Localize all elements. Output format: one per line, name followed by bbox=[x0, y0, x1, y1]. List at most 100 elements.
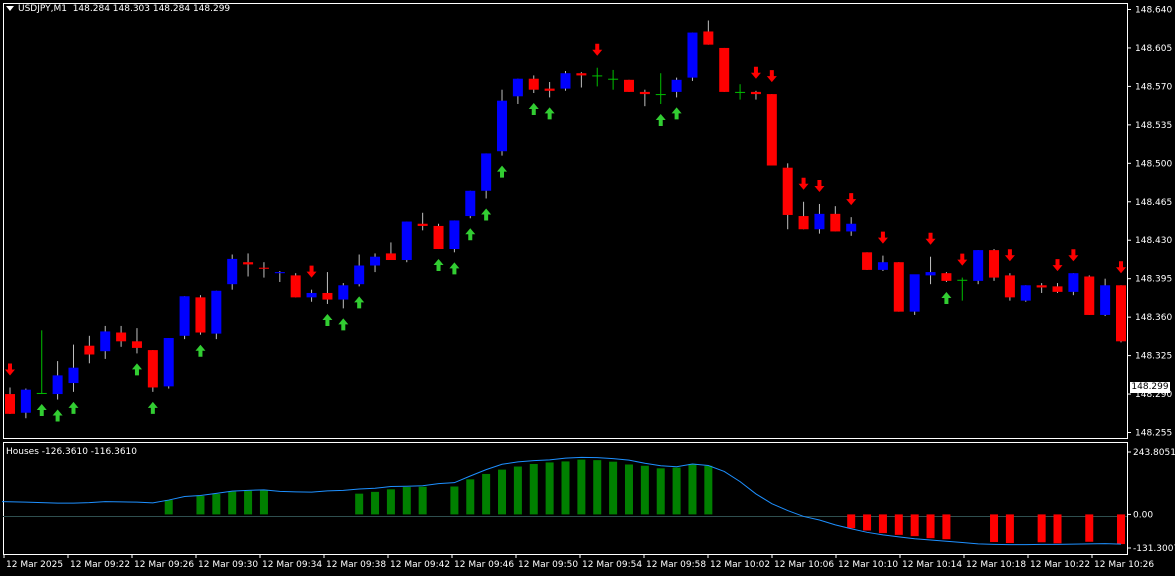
buy-arrow-icon bbox=[941, 291, 952, 304]
time-tick-label: 12 Mar 09:26 bbox=[134, 560, 194, 570]
chart-menu-triangle-icon[interactable] bbox=[6, 6, 14, 11]
candle-body bbox=[1100, 285, 1111, 315]
time-tick-label: 12 Mar 09:54 bbox=[582, 560, 642, 570]
time-tick-label: 12 Mar 10:14 bbox=[902, 560, 962, 570]
candle-body bbox=[1068, 273, 1079, 292]
trading-chart-window[interactable]: { "header": { "symbol_label": "USDJPY,M1… bbox=[0, 0, 1175, 576]
chart-canvas[interactable]: 148.640 148.605 148.570 148.535 148.500 148.4… bbox=[0, 0, 1175, 576]
candle-body bbox=[116, 332, 127, 342]
sell-arrow-icon bbox=[5, 363, 15, 376]
time-tick-label: 12 Mar 10:10 bbox=[838, 560, 898, 570]
sell-arrow-icon bbox=[877, 231, 888, 244]
symbol-label: USDJPY,M1 bbox=[18, 4, 67, 14]
hist-bar-positive bbox=[498, 469, 507, 515]
time-tick-label: 12 Mar 10:02 bbox=[710, 560, 770, 570]
candle-body bbox=[512, 78, 523, 97]
hist-bar-negative bbox=[878, 514, 887, 534]
candle-body bbox=[1036, 285, 1047, 288]
hist-bar-positive bbox=[386, 489, 395, 515]
candle-body bbox=[290, 275, 301, 298]
indicator-tick-label: -131.3007 bbox=[1133, 544, 1175, 554]
sell-arrow-icon bbox=[1116, 261, 1126, 274]
buy-arrow-icon bbox=[52, 409, 63, 422]
candle-body bbox=[100, 331, 111, 352]
candle-body bbox=[608, 78, 619, 80]
hist-bar-negative bbox=[926, 514, 935, 539]
time-tick-label: 12 Mar 10:22 bbox=[1030, 560, 1090, 570]
hist-bar-negative bbox=[910, 514, 919, 537]
candle-body bbox=[1116, 285, 1126, 342]
candle-body bbox=[5, 394, 15, 414]
candle-body bbox=[1052, 286, 1063, 292]
candle-body bbox=[481, 153, 492, 191]
candle-body bbox=[354, 265, 365, 285]
candle-body bbox=[385, 253, 396, 261]
candle-body bbox=[830, 213, 841, 232]
candle-body bbox=[576, 73, 587, 76]
price-tick-label: 148.465 bbox=[1135, 198, 1172, 208]
candle-body bbox=[862, 252, 873, 270]
buy-arrow-icon bbox=[338, 318, 349, 331]
buy-arrow-icon bbox=[354, 296, 365, 309]
candle-body bbox=[592, 75, 603, 77]
buy-arrow-icon bbox=[655, 113, 666, 126]
chart-header: USDJPY,M1 148.284 148.303 148.284 148.29… bbox=[6, 4, 230, 14]
price-tick-label: 148.605 bbox=[1135, 44, 1172, 54]
sell-arrow-icon bbox=[592, 43, 603, 56]
hist-bar-negative bbox=[894, 514, 903, 535]
time-tick-label: 12 Mar 09:30 bbox=[198, 560, 258, 570]
candle-body bbox=[623, 79, 634, 92]
sell-arrow-icon bbox=[1004, 249, 1015, 262]
candle-body bbox=[766, 94, 777, 166]
candle-body bbox=[433, 225, 444, 250]
price-tick-label: 148.395 bbox=[1135, 275, 1172, 285]
hist-bar-positive bbox=[593, 460, 602, 515]
candlestick-series bbox=[5, 20, 1126, 419]
candle-body bbox=[1004, 275, 1015, 298]
price-tick-label: 148.500 bbox=[1135, 159, 1172, 169]
sell-arrow-icon bbox=[1068, 249, 1079, 262]
hist-bar-negative bbox=[990, 514, 999, 543]
candle-body bbox=[274, 272, 285, 274]
hist-bar-negative bbox=[1005, 514, 1014, 544]
candle-body bbox=[687, 32, 698, 78]
time-tick-label: 12 Mar 09:46 bbox=[454, 560, 514, 570]
candle-body bbox=[750, 91, 761, 95]
candle-body bbox=[20, 389, 31, 413]
sell-arrow-icon bbox=[814, 179, 825, 192]
hist-bar-positive bbox=[355, 493, 364, 515]
candle-body bbox=[925, 272, 936, 276]
candle-body bbox=[877, 262, 888, 270]
buy-arrow-icon bbox=[544, 107, 555, 120]
time-tick-label: 12 Mar 09:58 bbox=[646, 560, 706, 570]
indicator-header: Houses -126.3610 -116.3610 bbox=[6, 447, 137, 457]
candle-body bbox=[560, 73, 571, 89]
time-tick-label: 12 Mar 09:22 bbox=[70, 560, 130, 570]
price-tick-label: 148.325 bbox=[1135, 352, 1172, 362]
current-price-tag: 148.299 bbox=[1130, 382, 1170, 393]
candle-body bbox=[989, 250, 1000, 278]
candle-body bbox=[957, 279, 968, 281]
hist-bar-negative bbox=[847, 514, 856, 529]
candle-body bbox=[227, 258, 238, 285]
candle-body bbox=[84, 345, 95, 355]
hist-bar-positive bbox=[450, 486, 459, 515]
sell-arrow-icon bbox=[798, 177, 809, 190]
indicator-axis: 243.8051 0.00 -131.3007 bbox=[1127, 448, 1175, 554]
candle-body bbox=[338, 285, 349, 300]
hist-bar-positive bbox=[418, 486, 427, 515]
hist-bar-positive bbox=[164, 500, 173, 515]
houses-histogram bbox=[164, 459, 1125, 545]
hist-bar-positive bbox=[656, 468, 665, 515]
candle-body bbox=[131, 341, 142, 348]
buy-arrow-icon bbox=[465, 228, 476, 241]
hist-bar-positive bbox=[624, 464, 633, 515]
hist-bar-negative bbox=[1085, 514, 1094, 542]
buy-arrow-icon bbox=[671, 107, 682, 120]
candle-body bbox=[36, 392, 47, 394]
candle-body bbox=[211, 290, 222, 334]
buy-arrow-icon bbox=[528, 102, 539, 115]
hist-bar-positive bbox=[244, 490, 253, 515]
candle-body bbox=[449, 220, 460, 250]
hist-bar-positive bbox=[704, 465, 713, 515]
